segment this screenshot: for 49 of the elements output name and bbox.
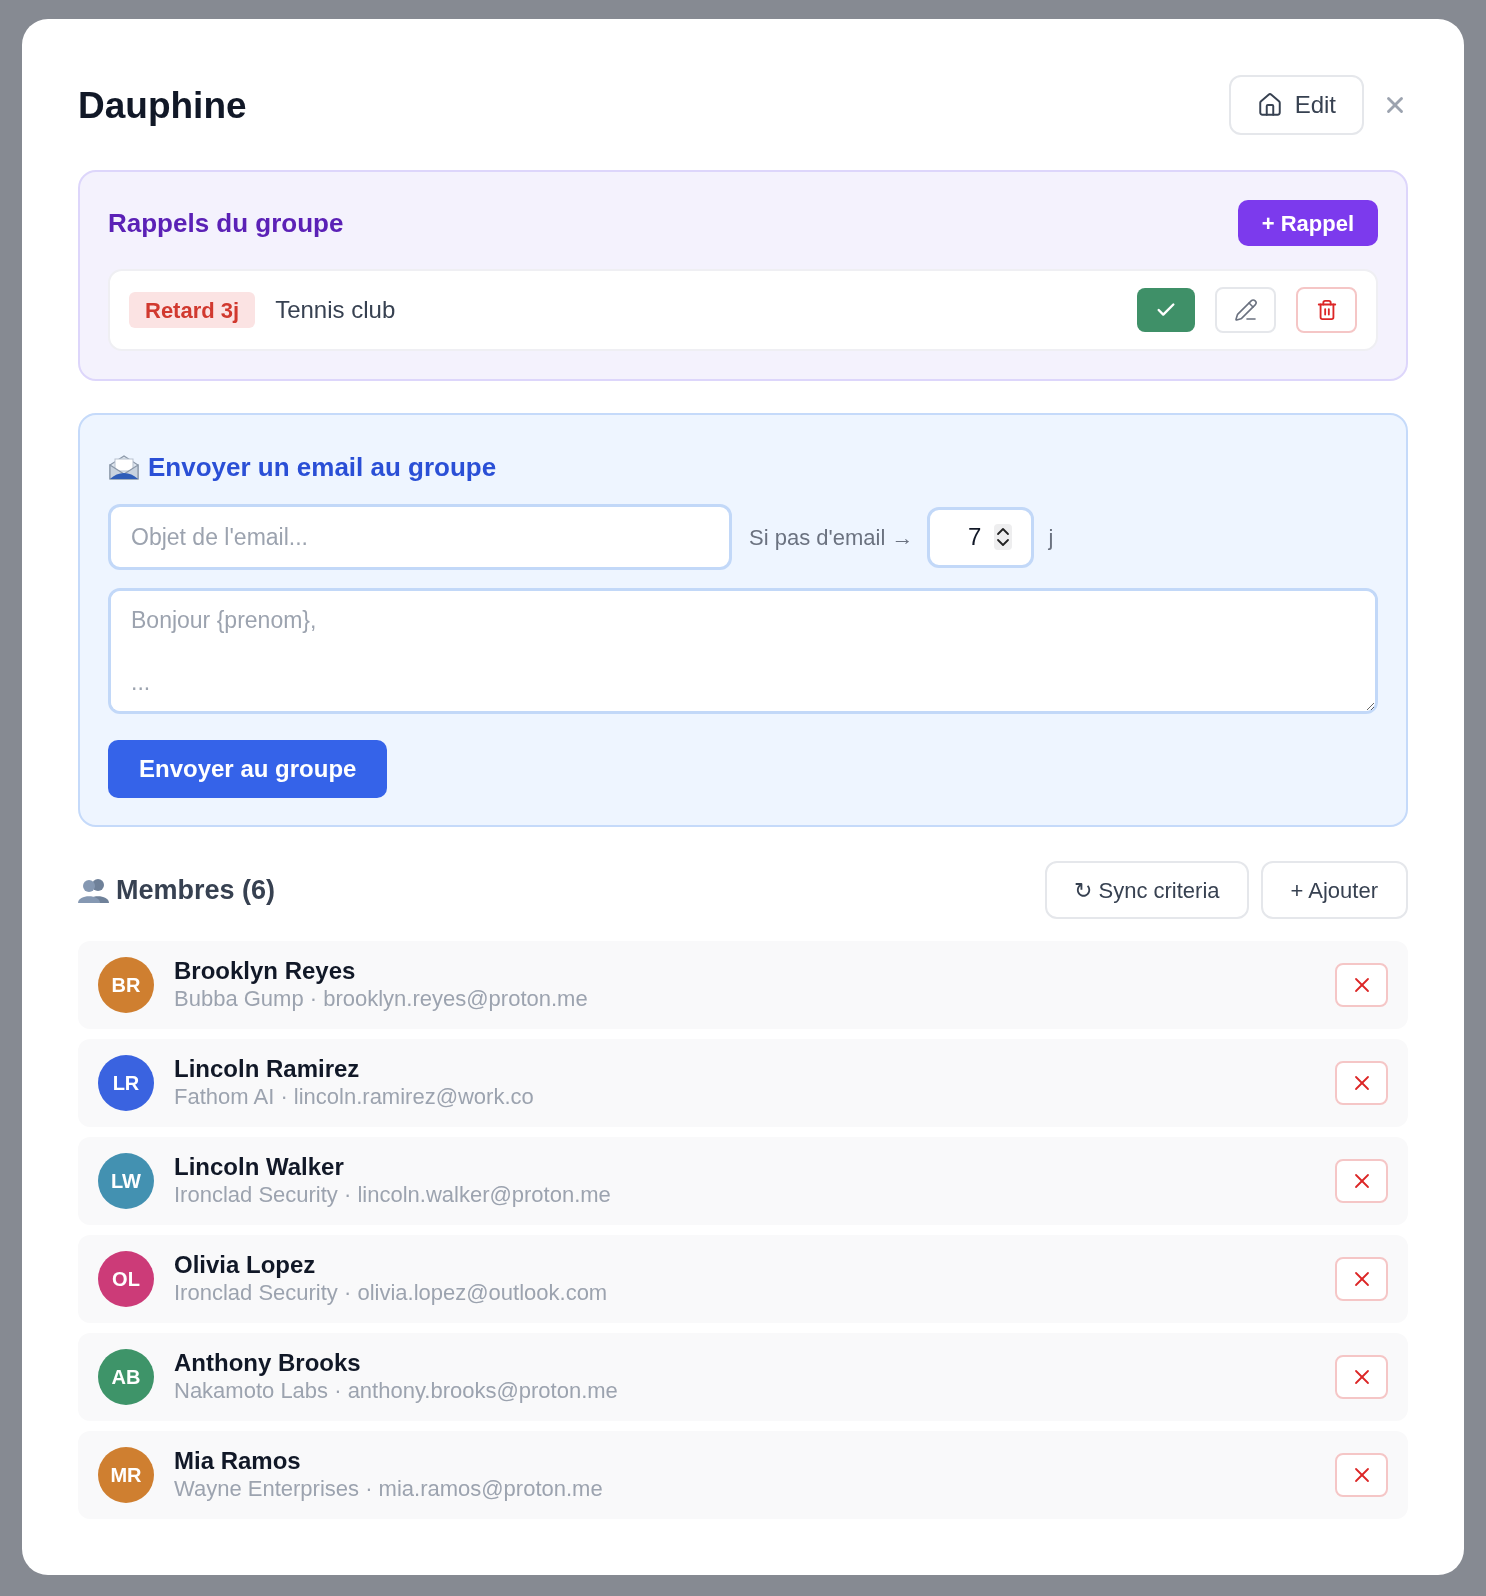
remove-member-button[interactable] <box>1335 963 1388 1007</box>
days-field[interactable]: 7 <box>927 506 1035 568</box>
reminder-label: Tennis club <box>275 295 396 325</box>
member-details: Nakamoto Labs · anthony.brooks@proton.me <box>174 1377 618 1405</box>
send-button[interactable]: Envoyer au groupe <box>108 740 388 798</box>
spinner-icon[interactable] <box>994 523 1013 550</box>
member-details: Wayne Enterprises · mia.ramos@proton.me <box>174 1475 603 1503</box>
edit-reminder-button[interactable] <box>1215 287 1276 333</box>
add-reminder-button[interactable]: + Rappel <box>1237 200 1378 246</box>
remove-member-button[interactable] <box>1335 1061 1388 1105</box>
members-title: Membres (6) <box>116 873 276 907</box>
fallback-label: Si pas d'email → <box>749 523 914 552</box>
overdue-tag: Retard 3j <box>129 292 256 328</box>
remove-member-button[interactable] <box>1335 1159 1388 1203</box>
member-details: Ironclad Security · lincoln.walker@proton.me <box>174 1181 611 1209</box>
sync-button[interactable]: ↻ Sync criteria <box>1045 861 1249 919</box>
envelope-icon <box>108 453 140 481</box>
avatar: MR <box>98 1447 154 1503</box>
message-field[interactable]: Bonjour {prenom}, ... <box>108 588 1378 714</box>
dialog-title: Dauphine <box>78 86 247 124</box>
remove-member-button[interactable] <box>1335 1355 1388 1399</box>
member-name: Brooklyn Reyes <box>174 957 357 985</box>
member-details: Ironclad Security · olivia.lopez@outlook.com <box>174 1279 608 1307</box>
trash-icon <box>1315 299 1338 321</box>
member-name: Anthony Brooks <box>174 1349 362 1377</box>
member-name: Lincoln Walker <box>174 1153 345 1181</box>
avatar: LR <box>98 1055 154 1111</box>
member-name: Olivia Lopez <box>174 1251 317 1279</box>
email-title: Envoyer un email au groupe <box>148 450 497 484</box>
edit-button[interactable]: Edit <box>1228 75 1364 135</box>
remove-member-button[interactable] <box>1335 1453 1388 1497</box>
member-name: Lincoln Ramirez <box>174 1055 361 1083</box>
add-member-button[interactable]: + Ajouter <box>1260 861 1408 919</box>
done-button[interactable] <box>1137 288 1195 332</box>
member-details: Bubba Gump · brooklyn.reyes@proton.me <box>174 985 588 1013</box>
remove-member-button[interactable] <box>1335 1257 1388 1301</box>
avatar: LW <box>98 1153 154 1209</box>
pencil-icon <box>1233 298 1258 322</box>
member-name: Mia Ramos <box>174 1447 302 1475</box>
avatar: OL <box>98 1251 154 1307</box>
people-icon <box>78 877 110 903</box>
member-details: Fathom AI · lincoln.ramirez@work.co <box>174 1083 534 1111</box>
avatar: BR <box>98 957 154 1013</box>
house-icon <box>1256 92 1283 118</box>
reminders-title: Rappels du groupe <box>108 206 344 240</box>
days-unit: j <box>1048 523 1054 552</box>
delete-reminder-button[interactable] <box>1296 287 1357 333</box>
avatar: AB <box>98 1349 154 1405</box>
subject-field[interactable]: Objet de l'email... <box>108 504 732 570</box>
